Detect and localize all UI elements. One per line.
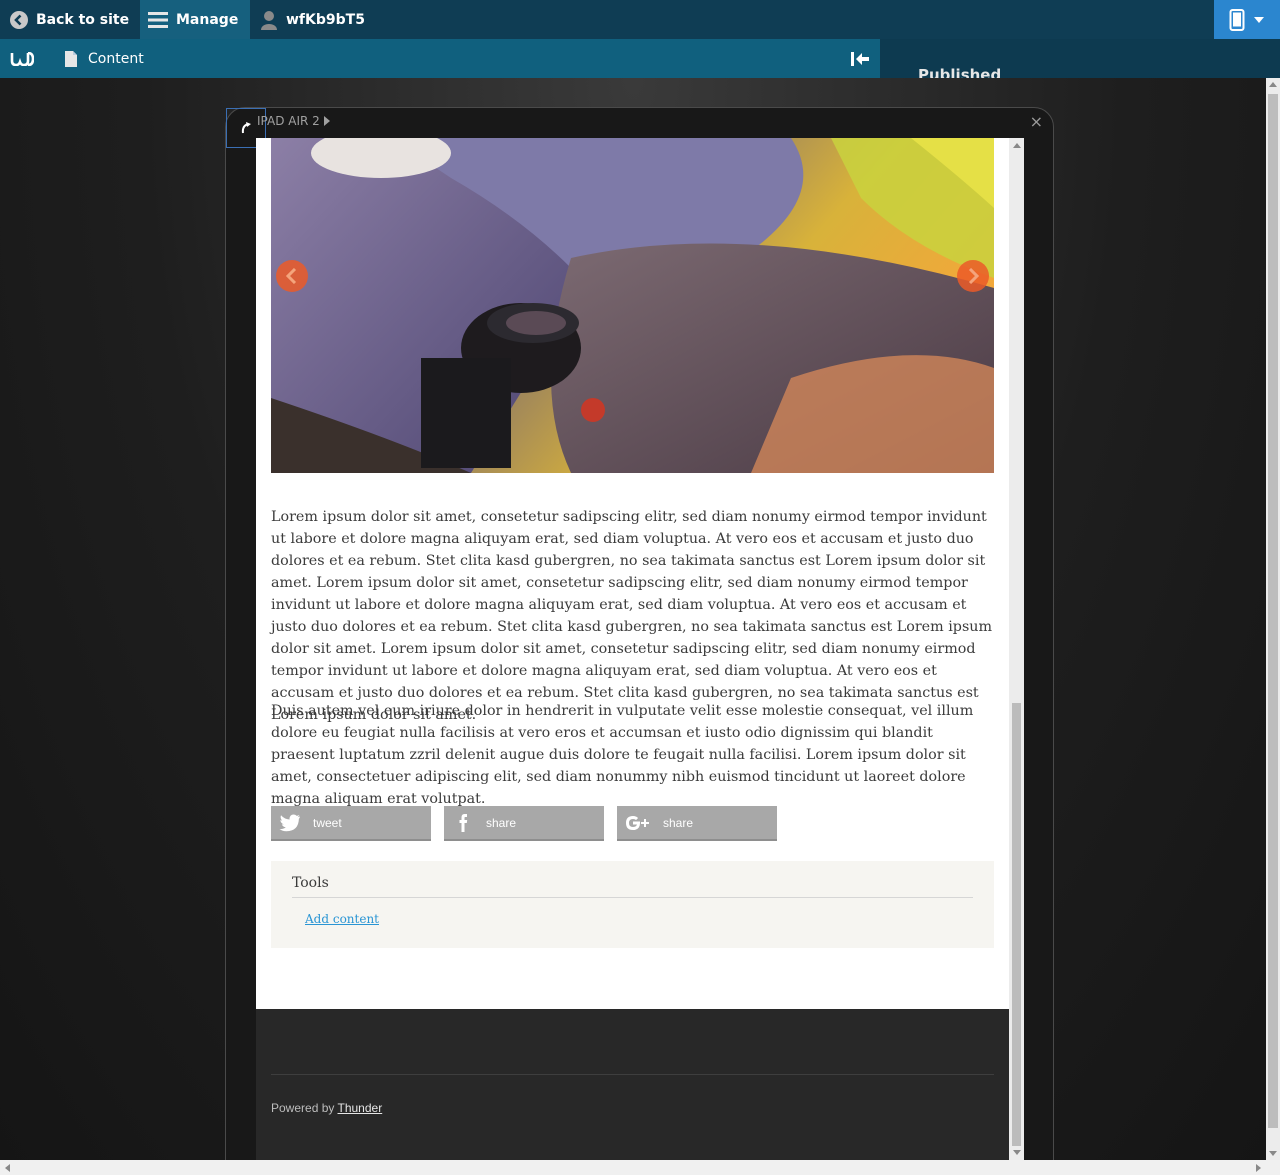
toolbar-tray: Content	[0, 39, 880, 78]
device-name: IPAD AIR 2	[257, 114, 320, 128]
hero-image	[271, 138, 994, 473]
carousel-prev-button[interactable]	[276, 260, 308, 292]
device-preview-button[interactable]	[1214, 0, 1280, 39]
tools-title: Tools	[292, 875, 973, 898]
close-icon[interactable]: ×	[1030, 114, 1043, 130]
article-paragraph: Lorem ipsum dolor sit amet, consetetur s…	[271, 509, 993, 723]
viewport-scrollbar[interactable]	[1009, 138, 1024, 1160]
share-googleplus-button[interactable]: share	[617, 806, 777, 841]
twitter-label: tweet	[313, 815, 342, 830]
scroll-left-icon[interactable]	[5, 1164, 10, 1172]
admin-toolbar: Back to site Manage wfKb9bT5	[0, 0, 1280, 39]
device-name-button[interactable]: IPAD AIR 2	[257, 114, 330, 128]
page-vertical-scrollbar[interactable]	[1266, 78, 1280, 1160]
scroll-up-icon[interactable]	[1269, 82, 1277, 87]
user-menu-button[interactable]: wfKb9bT5	[256, 0, 365, 39]
back-to-site-label: Back to site	[36, 11, 130, 28]
chevron-down-icon	[1254, 16, 1264, 23]
chevron-left-icon	[285, 268, 297, 284]
scrollbar-thumb[interactable]	[1012, 703, 1021, 1146]
add-content-link[interactable]: Add content	[305, 912, 379, 926]
mobile-device-icon	[1229, 8, 1245, 31]
thunder-logo-icon[interactable]	[10, 51, 35, 70]
googleplus-icon	[626, 815, 649, 830]
status-badge: Published	[918, 66, 1002, 78]
chevron-right-icon	[968, 268, 980, 284]
footer-divider	[271, 1074, 994, 1075]
content-menu-item[interactable]: Content	[64, 39, 144, 78]
device-viewport: Lorem ipsum dolor sit amet, consetetur s…	[256, 138, 1009, 1160]
thunder-link[interactable]: Thunder	[338, 1101, 383, 1115]
user-icon	[261, 10, 277, 30]
facebook-label: share	[486, 815, 517, 830]
hamburger-icon	[148, 11, 168, 28]
back-arrow-icon	[10, 10, 28, 29]
hero-image-carousel	[271, 138, 994, 473]
back-to-site-button[interactable]: Back to site	[0, 0, 140, 39]
scroll-right-icon[interactable]	[1256, 1164, 1261, 1172]
manage-label: Manage	[176, 11, 239, 28]
share-facebook-button[interactable]: share	[444, 806, 604, 841]
rotate-icon	[241, 122, 251, 134]
caret-right-icon	[323, 116, 330, 126]
document-icon	[65, 50, 77, 67]
username-label: wfKb9bT5	[286, 11, 365, 28]
scroll-up-icon[interactable]	[1013, 143, 1021, 148]
carousel-next-button[interactable]	[957, 260, 989, 292]
page-horizontal-scrollbar[interactable]	[0, 1160, 1266, 1175]
site-footer: Powered by Thunder	[256, 1009, 1009, 1160]
googleplus-label: share	[663, 815, 694, 830]
article-paragraph: Duis autem vel eum iriure dolor in hendr…	[271, 703, 974, 807]
powered-by-text: Powered by Thunder	[271, 1101, 382, 1115]
collapse-tray-icon[interactable]	[850, 51, 870, 71]
share-twitter-button[interactable]: tweet	[271, 806, 431, 841]
facebook-icon	[459, 813, 468, 832]
scrollbar-corner	[1266, 1160, 1280, 1175]
twitter-icon	[279, 814, 300, 831]
top-right-panel: Published	[880, 39, 1280, 78]
manage-button[interactable]: Manage	[140, 0, 250, 39]
scroll-down-icon[interactable]	[1269, 1151, 1277, 1156]
tools-block: Tools Add content	[271, 861, 994, 948]
scrollbar-thumb[interactable]	[1268, 94, 1278, 1128]
scroll-down-icon[interactable]	[1013, 1150, 1021, 1155]
powered-by-label: Powered by	[271, 1101, 335, 1115]
content-label: Content	[88, 50, 144, 67]
